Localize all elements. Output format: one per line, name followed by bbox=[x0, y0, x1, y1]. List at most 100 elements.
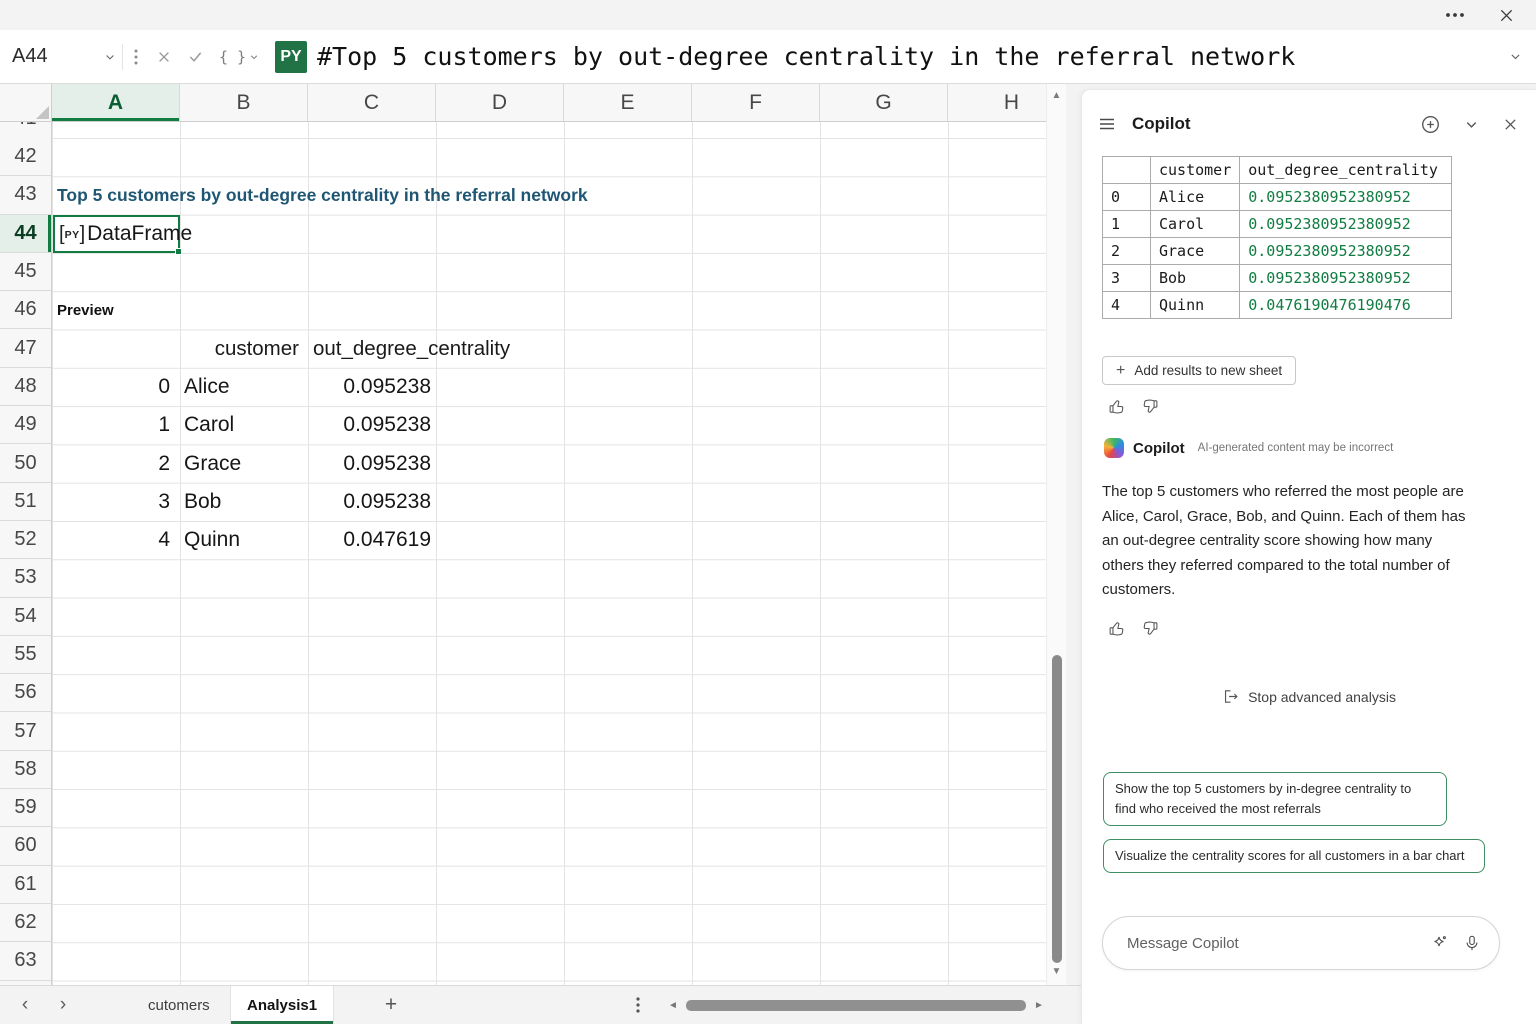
close-panel-icon[interactable] bbox=[1503, 117, 1518, 132]
name-box[interactable]: A44 bbox=[0, 38, 122, 76]
horizontal-scroll-thumb[interactable] bbox=[686, 1000, 1026, 1011]
prompt-guide-icon[interactable] bbox=[1430, 934, 1448, 952]
sheet-next-icon[interactable]: › bbox=[50, 986, 76, 1024]
add-results-to-sheet-button[interactable]: + Add results to new sheet bbox=[1102, 356, 1296, 385]
row-header-44[interactable]: 44 bbox=[0, 215, 51, 253]
result-customer-cell: Grace bbox=[1151, 238, 1240, 265]
thumbs-up-icon[interactable] bbox=[1108, 620, 1125, 637]
column-header-b[interactable]: B bbox=[180, 84, 308, 121]
preview-header-customer[interactable]: customer bbox=[180, 330, 299, 368]
preview-value-cell[interactable]: 0.095238 bbox=[308, 368, 434, 406]
suggestion-chip[interactable]: Visualize the centrality scores for all … bbox=[1103, 839, 1485, 873]
vertical-scroll-thumb[interactable] bbox=[1052, 655, 1062, 963]
preview-value-cell[interactable]: 0.095238 bbox=[308, 406, 434, 444]
preview-value-cell[interactable]: 0.095238 bbox=[308, 483, 434, 521]
fill-handle[interactable] bbox=[175, 248, 182, 255]
scroll-left-icon[interactable]: ◄ bbox=[664, 986, 682, 1024]
preview-customer-cell[interactable]: Grace bbox=[184, 444, 241, 482]
title-cell-a43[interactable]: Top 5 customers by out-degree centrality… bbox=[57, 176, 588, 214]
sheet-overflow-icon[interactable] bbox=[636, 986, 640, 1024]
preview-index-cell[interactable]: 2 bbox=[52, 444, 176, 482]
column-header-f[interactable]: F bbox=[692, 84, 820, 121]
preview-customer-cell[interactable]: Bob bbox=[184, 483, 221, 521]
row-header-63[interactable]: 63 bbox=[0, 942, 51, 980]
preview-index-cell[interactable]: 3 bbox=[52, 483, 176, 521]
row-header-48[interactable]: 48 bbox=[0, 368, 51, 406]
sheet-tab-cutomers[interactable]: cutomers bbox=[132, 986, 226, 1024]
preview-customer-cell[interactable]: Quinn bbox=[184, 521, 240, 559]
microphone-icon[interactable] bbox=[1463, 934, 1481, 952]
window-titlebar bbox=[0, 0, 1536, 30]
row-header-62[interactable]: 62 bbox=[0, 904, 51, 942]
copilot-message-input[interactable] bbox=[1109, 935, 1430, 952]
preview-index-cell[interactable]: 4 bbox=[52, 521, 176, 559]
select-all-corner[interactable] bbox=[0, 84, 52, 122]
row-header-57[interactable]: 57 bbox=[0, 712, 51, 750]
column-header-a[interactable]: A bbox=[52, 84, 180, 121]
thumbs-down-icon[interactable] bbox=[1142, 398, 1159, 415]
vertical-scrollbar[interactable]: ▲ ▼ bbox=[1046, 84, 1066, 985]
add-sheet-button[interactable]: + bbox=[376, 986, 406, 1024]
window-close-icon[interactable] bbox=[1499, 8, 1514, 23]
horizontal-scrollbar[interactable] bbox=[684, 1000, 1028, 1011]
row-header-58[interactable]: 58 bbox=[0, 751, 51, 789]
row-header-60[interactable]: 60 bbox=[0, 827, 51, 865]
preview-index-cell[interactable]: 0 bbox=[52, 368, 176, 406]
scroll-right-icon[interactable]: ► bbox=[1030, 986, 1048, 1024]
row-header-50[interactable]: 50 bbox=[0, 444, 51, 482]
preview-value-cell[interactable]: 0.047619 bbox=[308, 521, 434, 559]
preview-customer-cell[interactable]: Carol bbox=[184, 406, 234, 444]
formula-bar-menu-icon[interactable] bbox=[123, 30, 149, 83]
row-header-53[interactable]: 53 bbox=[0, 559, 51, 597]
more-options-icon[interactable] bbox=[1445, 12, 1465, 18]
new-chat-icon[interactable] bbox=[1421, 115, 1440, 134]
ai-disclaimer: AI-generated content may be incorrect bbox=[1198, 442, 1394, 454]
row-header-49[interactable]: 49 bbox=[0, 406, 51, 444]
sheet-tab-bar: ‹ › cutomers Analysis1 + ◄ ► bbox=[0, 985, 1082, 1024]
formula-bar: A44 { } PY bbox=[0, 30, 1536, 84]
column-header-g[interactable]: G bbox=[820, 84, 948, 121]
row-header-41[interactable]: 41 bbox=[0, 122, 51, 138]
row-header-45[interactable]: 45 bbox=[0, 253, 51, 291]
formula-bar-expand-icon[interactable] bbox=[1494, 30, 1536, 83]
enter-icon[interactable] bbox=[179, 30, 211, 83]
hamburger-menu-icon[interactable] bbox=[1098, 115, 1116, 133]
row-header-55[interactable]: 55 bbox=[0, 636, 51, 674]
cancel-icon[interactable] bbox=[149, 30, 179, 83]
name-box-chevron-icon[interactable] bbox=[104, 51, 116, 63]
row-header-56[interactable]: 56 bbox=[0, 674, 51, 712]
preview-index-cell[interactable]: 1 bbox=[52, 406, 176, 444]
python-object-type-icon[interactable]: { } bbox=[211, 30, 267, 83]
spreadsheet-cells[interactable]: Top 5 customers by out-degree centrality… bbox=[52, 122, 1046, 985]
thumbs-down-icon[interactable] bbox=[1142, 620, 1159, 637]
row-header-43[interactable]: 43 bbox=[0, 176, 51, 214]
excel-window: A44 { } PY ABCDEFGH 41424344454647484950… bbox=[0, 0, 1536, 1024]
row-header-42[interactable]: 42 bbox=[0, 138, 51, 176]
row-header-46[interactable]: 46 bbox=[0, 291, 51, 329]
preview-header-centrality[interactable]: out_degree_centrality bbox=[313, 330, 510, 368]
scroll-down-icon[interactable]: ▼ bbox=[1047, 966, 1066, 977]
preview-label-cell[interactable]: Preview bbox=[57, 291, 114, 329]
row-header-47[interactable]: 47 bbox=[0, 329, 51, 367]
active-cell-a44[interactable]: [ PY ] DataFrame bbox=[53, 215, 180, 253]
row-header-52[interactable]: 52 bbox=[0, 521, 51, 559]
preview-customer-cell[interactable]: Alice bbox=[184, 368, 230, 406]
sheet-prev-icon[interactable]: ‹ bbox=[12, 986, 38, 1024]
sheet-tab-analysis1[interactable]: Analysis1 bbox=[230, 986, 334, 1024]
formula-input[interactable] bbox=[317, 30, 1494, 83]
collapse-panel-chevron-icon[interactable] bbox=[1464, 117, 1479, 132]
row-header-51[interactable]: 51 bbox=[0, 483, 51, 521]
thumbs-up-icon[interactable] bbox=[1108, 398, 1125, 415]
row-header-54[interactable]: 54 bbox=[0, 598, 51, 636]
scroll-up-icon[interactable]: ▲ bbox=[1047, 90, 1066, 101]
column-header-d[interactable]: D bbox=[436, 84, 564, 121]
preview-value-cell[interactable]: 0.095238 bbox=[308, 444, 434, 482]
preview-row: 2Grace 0.095238 bbox=[52, 444, 572, 482]
column-header-e[interactable]: E bbox=[564, 84, 692, 121]
row-header-59[interactable]: 59 bbox=[0, 789, 51, 827]
row-header-61[interactable]: 61 bbox=[0, 866, 51, 904]
column-header-c[interactable]: C bbox=[308, 84, 436, 121]
suggestion-chip[interactable]: Show the top 5 customers by in-degree ce… bbox=[1103, 772, 1447, 826]
column-header-h[interactable]: H bbox=[948, 84, 1046, 121]
stop-advanced-analysis-button[interactable]: Stop advanced analysis bbox=[1082, 688, 1536, 705]
